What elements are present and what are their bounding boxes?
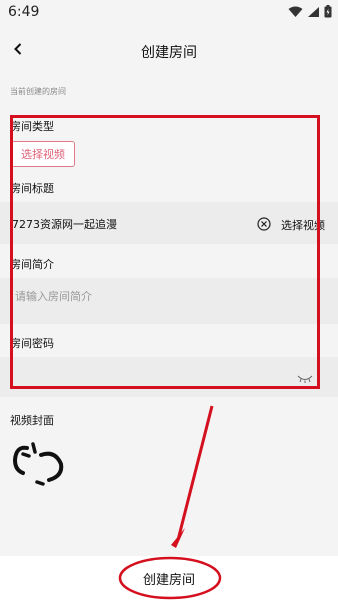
nav-bar: 创建房间 [0,26,338,72]
video-cover-image[interactable] [11,440,67,490]
signal-icon [308,6,319,17]
status-icons [288,5,332,18]
room-type-label: 房间类型 [10,120,54,133]
bottom-bar: 创建房间 [0,556,338,600]
eye-closed-icon[interactable] [297,374,313,384]
section-caption: 当前创建的房间 [10,87,66,96]
room-title-label: 房间标题 [10,182,54,195]
status-bar: 6:49 [0,0,338,26]
video-cover-label: 视频封面 [10,414,54,427]
select-video-button[interactable]: 选择视频 [11,141,75,167]
page-title: 创建房间 [141,45,197,61]
title-select-video-button[interactable]: 选择视频 [281,217,325,233]
room-intro-placeholder: 请输入房间简介 [15,290,92,303]
clear-circle-icon[interactable] [257,217,271,231]
room-intro-label: 房间简介 [10,258,54,271]
room-intro-field[interactable]: 请输入房间简介 [0,278,338,324]
battery-icon [324,5,332,18]
room-password-field[interactable] [0,357,338,397]
annotation-arrow [176,405,214,541]
create-room-button[interactable]: 创建房间 [0,569,338,588]
broken-link-icon [12,442,64,486]
room-title-field[interactable]: 7273资源网一起追漫 选择视频 [0,202,338,244]
wifi-icon [288,6,303,17]
annotation-arrowhead [171,528,185,548]
room-password-label: 房间密码 [10,337,54,350]
status-time: 6:49 [8,4,40,20]
room-title-value[interactable]: 7273资源网一起追漫 [12,216,117,232]
